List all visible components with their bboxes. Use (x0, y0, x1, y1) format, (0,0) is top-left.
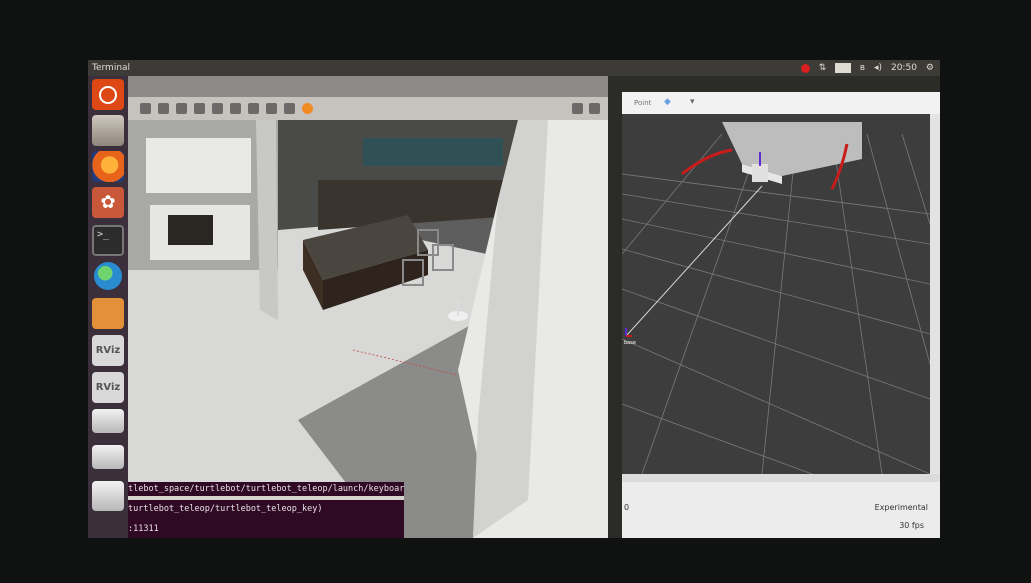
base-frame-label: base (624, 340, 636, 346)
gear-icon[interactable]: ⚙ (926, 60, 934, 76)
pose-tool-icon[interactable]: ◆ (664, 97, 671, 107)
cylinder-icon[interactable] (248, 103, 259, 114)
rviz-vertical-scrollbar[interactable] (930, 114, 940, 474)
workspace-icon-2[interactable] (92, 445, 124, 469)
rviz-toolbar: Point ◆ ▾ (622, 92, 940, 114)
firefox-icon[interactable] (92, 151, 124, 182)
settings-icon[interactable]: ✿ (92, 187, 124, 218)
system-tray: ⇅ En ʙ ◂) 20:50 ⚙ (800, 60, 934, 76)
network-icon[interactable]: ⇅ (819, 60, 827, 76)
camera-icon[interactable] (572, 103, 583, 114)
tool-dropdown-icon[interactable]: ▾ (690, 97, 695, 107)
box-icon[interactable] (212, 103, 223, 114)
rviz-horizontal-scrollbar[interactable] (622, 474, 940, 482)
experimental-checkbox[interactable]: Experimental (875, 503, 928, 512)
gazebo-3d-viewport[interactable] (128, 120, 608, 538)
volume-icon[interactable]: ◂) (874, 60, 882, 76)
scale-icon[interactable] (194, 103, 205, 114)
point-light-icon[interactable] (266, 103, 277, 114)
terminal-line-1: tlebot_space/turtlebot/turtlebot_teleop/… (128, 484, 404, 494)
gazebo-toolbar (128, 97, 608, 120)
desktop-screen: Terminal ⇅ En ʙ ◂) 20:50 ⚙ ✿ >_ RViz RVi… (88, 60, 940, 538)
directional-light-icon[interactable] (302, 103, 313, 114)
rviz-icon-2[interactable]: RViz (92, 372, 124, 403)
rotate-icon[interactable] (176, 103, 187, 114)
rviz-left-label: 0 (624, 503, 630, 512)
arrow-icon[interactable] (140, 103, 151, 114)
top-panel: Terminal ⇅ En ʙ ◂) 20:50 ⚙ (88, 60, 940, 76)
bluetooth-icon[interactable]: ʙ (860, 60, 865, 76)
gazebo-menubar (128, 76, 608, 97)
launcher: ✿ >_ RViz RViz (88, 76, 128, 538)
translate-icon[interactable] (158, 103, 169, 114)
terminal-separator (128, 496, 404, 500)
terminal-icon[interactable]: >_ (92, 225, 124, 256)
terminal-line-2: turtlebot_teleop/turtlebot_teleop_key) (128, 504, 323, 514)
terminal-line-3: :11311 (128, 524, 159, 534)
file-cabinet-icon[interactable] (92, 115, 124, 146)
fps-readout: 30 fps (899, 521, 924, 530)
box-icon[interactable] (92, 298, 124, 329)
rviz-status-bar: 0 Experimental 30 fps (622, 482, 940, 538)
rviz-icon[interactable]: RViz (92, 335, 124, 366)
gazebo-window (128, 76, 608, 538)
trash-icon[interactable] (92, 481, 124, 511)
record-icon[interactable] (800, 63, 810, 73)
ubuntu-logo-icon[interactable] (92, 79, 124, 110)
tool-point[interactable]: Point (634, 99, 651, 107)
record-icon[interactable] (589, 103, 600, 114)
spot-light-icon[interactable] (284, 103, 295, 114)
rviz-window: Point ◆ ▾ base 0 Experimental 30 fps (622, 92, 940, 538)
globe-icon[interactable] (94, 262, 122, 290)
rviz-3d-view[interactable] (622, 114, 930, 474)
window-title: Terminal (92, 63, 131, 73)
clock[interactable]: 20:50 (891, 60, 917, 76)
terminal-window[interactable]: tlebot_space/turtlebot/turtlebot_teleop/… (128, 482, 404, 538)
workspace-icon[interactable] (92, 409, 124, 433)
sphere-icon[interactable] (230, 103, 241, 114)
keyboard-icon[interactable]: En (835, 63, 851, 73)
